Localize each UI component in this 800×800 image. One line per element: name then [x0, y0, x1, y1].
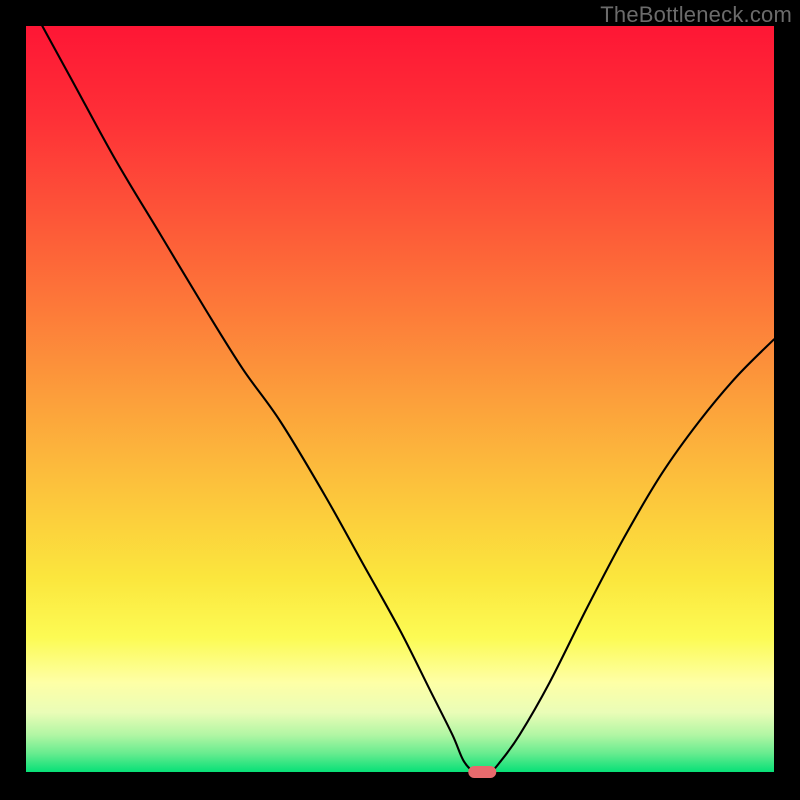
optimal-marker [468, 766, 496, 778]
watermark-text: TheBottleneck.com [600, 2, 792, 28]
gradient-background [26, 26, 774, 772]
chart-frame: TheBottleneck.com [0, 0, 800, 800]
bottleneck-chart [0, 0, 800, 800]
